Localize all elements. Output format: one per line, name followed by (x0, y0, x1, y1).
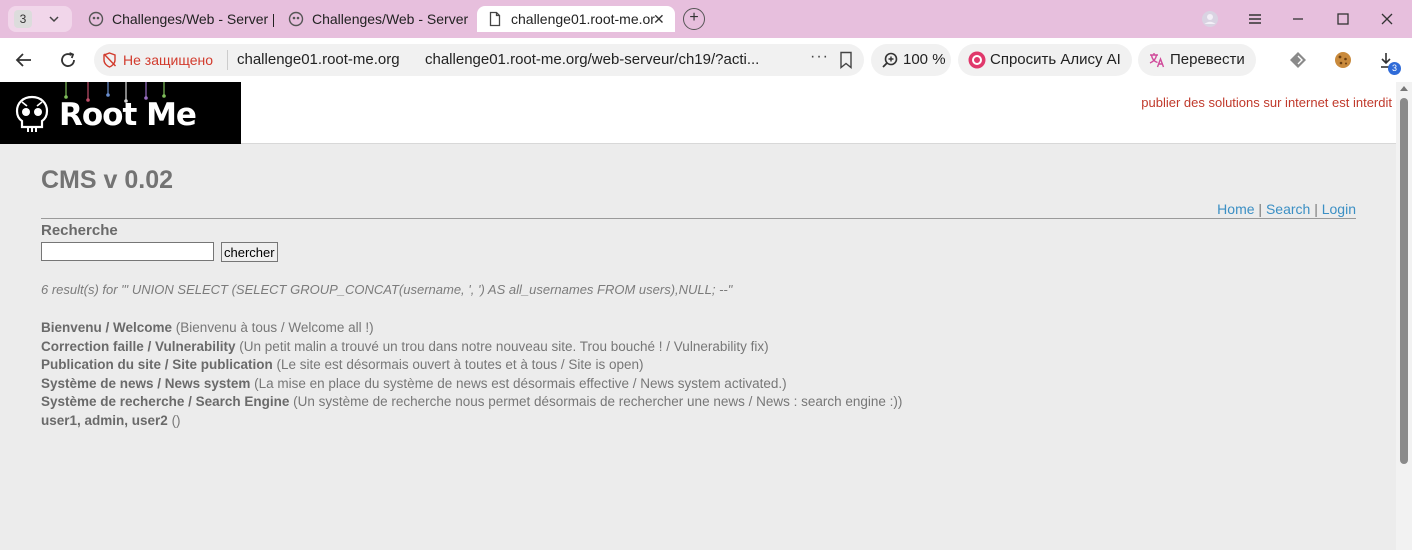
tab-3-title: challenge01.root-me.or (511, 11, 655, 27)
nav-separator: | (1310, 201, 1322, 217)
page-icon (489, 11, 501, 27)
result-title: Système de news / News system (41, 375, 251, 391)
menu-icon[interactable] (1245, 9, 1265, 29)
page-scrollbar[interactable] (1396, 82, 1412, 550)
result-description: () (167, 412, 181, 428)
result-title: Publication du site / Site publication (41, 357, 273, 373)
site-header: Root Me publier des solutions sur intern… (0, 82, 1396, 144)
result-title: Bienvenu / Welcome (41, 320, 173, 335)
result-description: (Un petit malin a trouvé un trou dans no… (235, 338, 769, 354)
extension-diamond-icon[interactable] (1288, 50, 1308, 70)
security-status[interactable]: Не защищено (102, 51, 213, 69)
shield-crossed-icon (103, 52, 117, 68)
zoom-icon (882, 52, 898, 68)
result-title: Système de recherche / Search Engine (41, 394, 290, 410)
result-title: user1, admin, user2 (41, 412, 168, 428)
result-description: (Le site est désormais ouvert à toutes e… (272, 357, 644, 373)
back-arrow-icon[interactable] (12, 48, 36, 72)
close-window-icon[interactable] (1377, 9, 1397, 29)
warning-banner: publier des solutions sur internet est i… (1141, 95, 1392, 110)
tab-1-title: Challenges/Web - Server [ (112, 11, 274, 27)
browser-tab-bar: 3 Challenges/Web - Server [ Challenges/W… (0, 0, 1412, 38)
translate-icon (1149, 53, 1165, 68)
url-field[interactable]: Не защищено challenge01.root-me.org chal… (94, 44, 864, 76)
rootme-favicon-icon (88, 11, 104, 27)
result-description: (Bienvenu à tous / Welcome all !) (172, 320, 374, 335)
page-title: CMS v 0.02 (41, 166, 174, 194)
main-content: CMS v 0.02 Home | Search | Login Recherc… (41, 164, 1356, 428)
tab-count-label: 3 (14, 10, 32, 28)
tab-3-active[interactable]: challenge01.root-me.or ✕ (477, 6, 675, 32)
nav-login-link[interactable]: Login (1322, 201, 1356, 217)
rootme-logo[interactable]: Root Me (0, 82, 241, 144)
list-item: Système de recherche / Search Engine (Un… (41, 393, 1041, 412)
page-viewport: Root Me publier des solutions sur intern… (0, 82, 1412, 550)
more-dots-icon[interactable]: ··· (810, 48, 829, 66)
scroll-up-arrow-icon[interactable] (1400, 86, 1408, 91)
close-tab-icon[interactable]: ✕ (653, 6, 665, 32)
alice-icon (968, 51, 986, 69)
header-divider (41, 218, 1356, 219)
list-item: Publication du site / Site publication (… (41, 356, 1041, 375)
search-heading: Recherche (41, 222, 118, 239)
url-divider (227, 50, 228, 70)
list-item: user1, admin, user2 () (41, 412, 1041, 431)
translate-button[interactable]: Перевести (1138, 44, 1256, 76)
zoom-button[interactable]: 100 % (871, 44, 951, 76)
results-summary: 6 result(s) for "' UNION SELECT (SELECT … (41, 282, 733, 297)
maximize-icon[interactable] (1333, 9, 1353, 29)
nav-search-link[interactable]: Search (1266, 201, 1310, 217)
top-navigation: Home | Search | Login (1217, 201, 1356, 217)
chevron-down-icon (48, 8, 60, 33)
tab-counter-button[interactable]: 3 (8, 6, 72, 32)
results-list: Bienvenu / Welcome (Bienvenu à tous / We… (41, 319, 1041, 431)
tab-2[interactable]: Challenges/Web - Server : (278, 6, 472, 32)
bookmark-icon[interactable] (838, 51, 854, 69)
translate-label: Перевести (1170, 51, 1245, 68)
new-tab-button[interactable]: + (683, 8, 705, 30)
logo-wordmark: Root Me (59, 97, 197, 133)
minimize-icon[interactable] (1288, 9, 1308, 29)
ask-alice-button[interactable]: Спросить Алису AI (958, 44, 1132, 76)
scrollbar-thumb[interactable] (1400, 98, 1408, 464)
nav-separator: | (1254, 201, 1266, 217)
url-text: challenge01.root-me.org/web-serveur/ch19… (425, 51, 760, 68)
result-title: Correction faille / Vulnerability (41, 338, 236, 354)
zoom-level: 100 % (903, 51, 946, 68)
reload-icon[interactable] (56, 48, 80, 72)
ask-alice-label: Спросить Алису AI (990, 51, 1121, 68)
list-item: Bienvenu / Welcome (Bienvenu à tous / We… (41, 319, 1041, 338)
nav-home-link[interactable]: Home (1217, 201, 1254, 217)
result-description: (Un système de recherche nous permet dés… (289, 394, 903, 410)
tab-2-title: Challenges/Web - Server : (312, 11, 472, 27)
search-input[interactable] (41, 242, 214, 261)
search-button[interactable]: chercher (221, 242, 278, 262)
cookie-icon[interactable] (1333, 50, 1353, 70)
profile-avatar-icon[interactable] (1200, 9, 1220, 29)
list-item: Système de news / News system (La mise e… (41, 375, 1041, 394)
tab-1[interactable]: Challenges/Web - Server [ (78, 6, 274, 32)
security-label: Не защищено (123, 52, 213, 68)
skull-icon (15, 95, 49, 132)
rootme-favicon-icon (288, 11, 304, 27)
downloads-badge: 3 (1388, 62, 1401, 75)
result-description: (La mise en place du système de news est… (250, 375, 787, 391)
list-item: Correction faille / Vulnerability (Un pe… (41, 338, 1041, 357)
url-domain: challenge01.root-me.org (237, 51, 400, 68)
address-toolbar: Не защищено challenge01.root-me.org chal… (0, 38, 1412, 82)
